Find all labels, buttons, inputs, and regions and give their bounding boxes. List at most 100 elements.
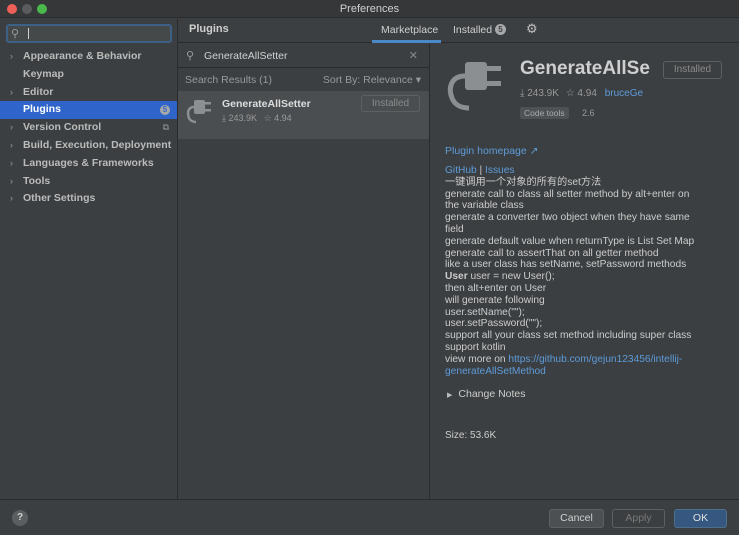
clear-search-icon[interactable]: ✕ — [409, 49, 418, 62]
text-caret — [28, 28, 29, 39]
plugin-size: Size: 53.6K — [445, 430, 497, 441]
description-line: like a user class has setName, setPasswo… — [445, 259, 687, 271]
chevron-right-icon[interactable]: › — [10, 119, 13, 137]
sidebar-item-plugins[interactable]: Plugins 5 — [0, 101, 177, 120]
settings-search-input[interactable]: ⚲ — [6, 24, 172, 43]
plugins-update-badge: 5 — [160, 105, 170, 116]
plugins-header: Plugins Marketplace Installed 5 ⚙ — [178, 19, 739, 43]
settings-tree: › Appearance & Behavior Keymap › Editor … — [0, 48, 177, 208]
description-line: GitHub | Issues — [445, 165, 733, 177]
description-line: user.setPassword(""); — [445, 318, 543, 330]
triangle-right-icon: ▶ — [447, 392, 453, 399]
tab-installed[interactable]: Installed — [453, 24, 492, 36]
cancel-button[interactable]: Cancel — [549, 509, 604, 528]
sidebar-item-other-settings[interactable]: › Other Settings — [0, 190, 177, 208]
description-line: field — [445, 223, 464, 235]
rating: ☆ 4.94 — [263, 113, 292, 123]
tab-marketplace[interactable]: Marketplace — [381, 24, 438, 36]
description-line: 一键调用一个对象的所有的set方法 — [445, 176, 602, 188]
sidebar-item-version-control[interactable]: › Version Control ⧉ — [0, 119, 177, 137]
plugin-plug-icon — [447, 62, 501, 111]
description-line: generate call to assertThat on all gette… — [445, 247, 659, 259]
window-title: Preferences — [339, 3, 400, 15]
plugin-name: GenerateAllSetter — [222, 98, 311, 110]
issues-link[interactable]: Issues — [485, 165, 514, 176]
plugin-search-input[interactable]: GenerateAllSetter — [204, 50, 287, 62]
code-text: user = new User(); — [467, 271, 555, 283]
installed-button[interactable]: Installed — [361, 95, 420, 112]
gear-icon[interactable]: ⚙ — [526, 21, 538, 37]
sidebar-item-label: Plugins — [23, 103, 61, 116]
plugin-homepage-link[interactable]: Plugin homepage ↗ — [445, 145, 538, 157]
plugin-list-item[interactable]: GenerateAllSetter ⤓ 243.9K ☆ 4.94 Instal… — [178, 91, 429, 139]
description-line: user.setName(""); — [445, 306, 525, 318]
sidebar-item-build-execution-deployment[interactable]: › Build, Execution, Deployment — [0, 137, 177, 155]
vendor-link[interactable]: bruceGe — [605, 88, 643, 99]
plugin-detail-panel: GenerateAllSe Installed ⤓ 243.9K ☆ 4.94 … — [431, 44, 739, 499]
sidebar-item-label: Appearance & Behavior — [23, 50, 142, 62]
rating: ☆ 4.94 — [565, 88, 597, 99]
search-icon: ⚲ — [11, 28, 20, 40]
description-line: generate a converter two object when the… — [445, 212, 690, 224]
sidebar-item-label: Languages & Frameworks — [23, 156, 154, 169]
description-line: generate default value when returnType i… — [445, 235, 695, 247]
sidebar-item-appearance-behavior[interactable]: › Appearance & Behavior — [0, 48, 177, 66]
plugin-list-panel: ⚲ GenerateAllSetter ✕ Search Results (1)… — [178, 44, 430, 499]
chevron-right-icon[interactable]: › — [10, 48, 13, 66]
detail-stats: ⤓ 243.9K ☆ 4.94 bruceGe — [520, 88, 643, 99]
sidebar-item-label: Version Control — [23, 121, 102, 134]
sidebar-item-label: Build, Execution, Deployment — [23, 138, 172, 151]
search-results-label: Search Results (1) — [185, 74, 272, 86]
description-line: support kotlin — [445, 341, 506, 353]
description-line: generate call to class all setter method… — [445, 188, 690, 200]
chevron-right-icon[interactable]: › — [10, 173, 13, 191]
active-tab-indicator — [372, 40, 441, 43]
download-count: ⤓ 243.9K — [520, 88, 559, 99]
plugin-search-bar[interactable]: ⚲ GenerateAllSetter ✕ — [178, 44, 430, 68]
plugin-description: GitHub | Issues 一键调用一个对象的所有的set方法 genera… — [445, 165, 733, 377]
chevron-right-icon[interactable]: › — [10, 137, 13, 155]
installed-count-badge: 5 — [495, 24, 506, 35]
description-line: then alt+enter on User — [445, 282, 547, 294]
view-more-text: view more on — [445, 353, 509, 365]
change-notes-label: Change Notes — [458, 388, 526, 400]
sidebar-item-editor[interactable]: › Editor — [0, 84, 177, 102]
description-line: the variable class — [445, 200, 524, 212]
apply-button[interactable]: Apply — [612, 509, 665, 528]
sort-by-dropdown[interactable]: Sort By: Relevance ▾ — [323, 74, 421, 86]
link-separator: | — [476, 165, 486, 176]
sidebar-item-label: Other Settings — [23, 192, 96, 205]
search-icon: ⚲ — [186, 50, 195, 62]
dialog-footer: ? Cancel Apply OK — [0, 499, 739, 535]
github-link[interactable]: GitHub — [445, 165, 477, 176]
sidebar-item-keymap[interactable]: Keymap — [0, 66, 177, 84]
settings-sidebar: ⚲ › Appearance & Behavior Keymap › Edito… — [0, 19, 178, 499]
sidebar-item-label: Tools — [23, 174, 51, 187]
project-scope-icon: ⧉ — [162, 122, 169, 133]
chevron-right-icon[interactable]: › — [10, 155, 13, 173]
plugin-detail-title: GenerateAllSe — [520, 58, 650, 79]
page-title: Plugins — [189, 23, 229, 35]
download-count: ⤓ 243.9K — [222, 113, 258, 123]
sidebar-item-label: Editor — [23, 85, 54, 98]
plugin-plug-icon — [186, 100, 211, 124]
detail-installed-button[interactable]: Installed — [663, 61, 722, 79]
repo-url-link-continued[interactable]: generateAllSetMethod — [445, 366, 733, 378]
window-title-bar: Preferences — [0, 0, 739, 18]
category-tag: Code tools — [520, 107, 569, 119]
sidebar-item-label: Keymap — [23, 67, 64, 80]
code-bold-text: User — [445, 271, 468, 283]
sidebar-item-tools[interactable]: › Tools — [0, 173, 177, 191]
help-button[interactable]: ? — [12, 510, 28, 526]
repo-url-link[interactable]: https://github.com/gejun123456/intellij- — [508, 354, 682, 365]
description-line: view more on https://github.com/gejun123… — [445, 354, 733, 366]
chevron-right-icon[interactable]: › — [10, 190, 13, 208]
sidebar-item-languages-frameworks[interactable]: › Languages & Frameworks — [0, 155, 177, 173]
description-line: User user = new User(); — [445, 271, 733, 283]
chevron-right-icon[interactable]: › — [10, 84, 13, 102]
change-notes-toggle[interactable]: ▶ Change Notes — [447, 388, 526, 400]
description-line: will generate following — [445, 294, 545, 306]
plugin-version: 2.6 — [582, 108, 595, 118]
ok-button[interactable]: OK — [674, 509, 727, 528]
description-line: support all your class set method includ… — [445, 330, 692, 342]
